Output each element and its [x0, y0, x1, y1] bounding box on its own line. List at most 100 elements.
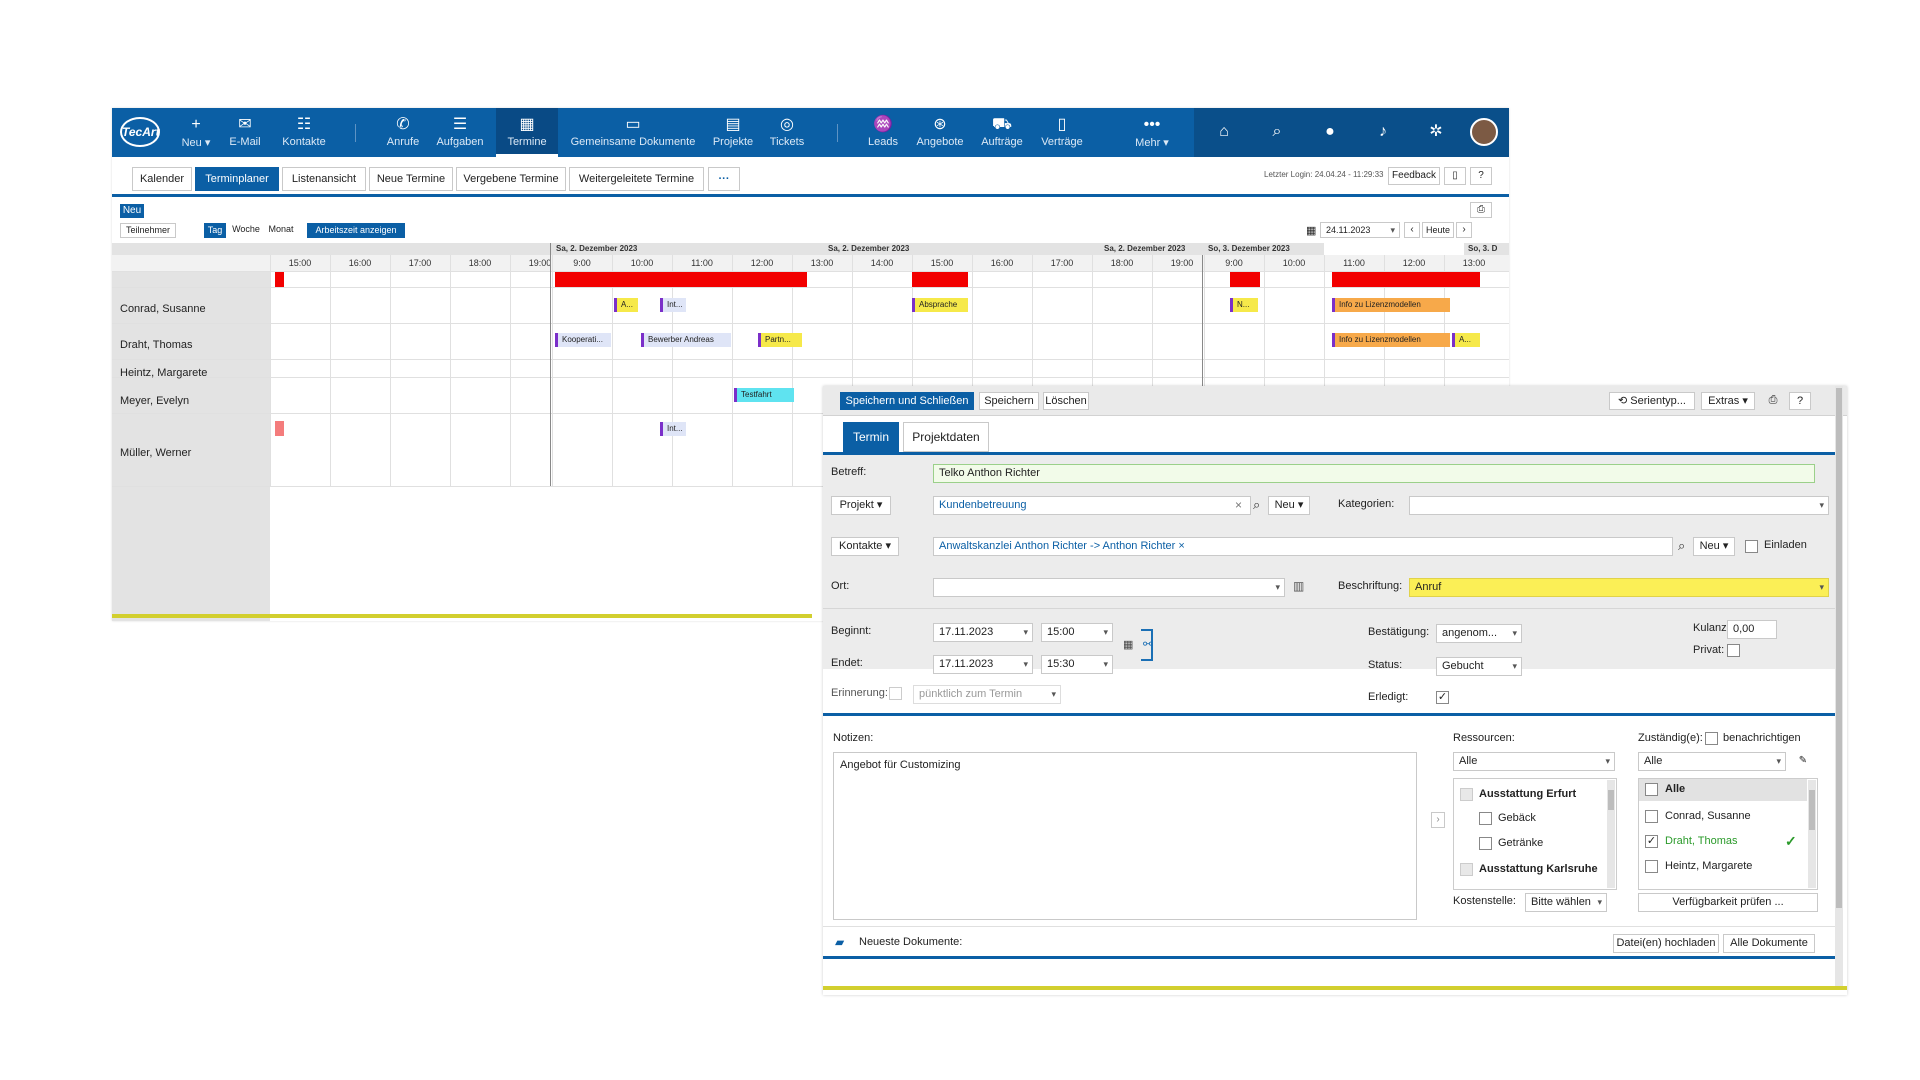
privat-checkbox[interactable] [1727, 644, 1740, 657]
beginnt-time[interactable]: 15:00 [1041, 623, 1113, 642]
link-icon[interactable]: ⚯ [1143, 637, 1153, 651]
nav-auftraege[interactable]: ⛟ Aufträge [974, 108, 1030, 157]
event[interactable]: A... [614, 298, 638, 312]
ressourcen-scrollbar[interactable] [1607, 780, 1615, 888]
trash-icon[interactable]: ▥ [1293, 579, 1304, 593]
endet-date[interactable]: 17.11.2023 [933, 655, 1033, 674]
nav-anrufe[interactable]: ✆ Anrufe [380, 108, 426, 157]
resource-checkbox[interactable] [1479, 837, 1492, 850]
clear-icon[interactable]: × [1235, 498, 1242, 512]
feedback-button[interactable]: Feedback [1388, 167, 1440, 185]
tecart-logo[interactable]: TecArt [120, 117, 160, 147]
help-button[interactable]: ? [1789, 392, 1811, 410]
home-icon[interactable]: ⌂ [1214, 122, 1234, 142]
zustaendig-scrollbar[interactable] [1808, 780, 1816, 888]
event[interactable]: Absprache [912, 298, 968, 312]
status-select[interactable]: Gebucht [1436, 657, 1522, 676]
delete-button[interactable]: Löschen [1043, 392, 1089, 410]
resource-checkbox[interactable] [1479, 812, 1492, 825]
nav-angebote[interactable]: ⊛ Angebote [910, 108, 970, 157]
bell-icon[interactable]: ♪ [1373, 122, 1393, 142]
event[interactable]: Kooperati... [555, 333, 611, 347]
nav-neu[interactable]: + Neu ▾ [174, 108, 218, 157]
date-field[interactable]: 24.11.2023 [1320, 222, 1400, 238]
tab-kalender[interactable]: Kalender [132, 167, 192, 191]
zustaendig-filter[interactable]: Alle [1638, 752, 1786, 771]
resource-group-checkbox[interactable] [1460, 863, 1473, 876]
tab-weitergeleitete-termine[interactable]: Weitergeleitete Termine [569, 167, 704, 191]
chevron-right-icon[interactable]: › [1431, 812, 1445, 828]
nav-aufgaben[interactable]: ☰ Aufgaben [430, 108, 490, 157]
kontakte-input[interactable]: Anwaltskanzlei Anthon Richter -> Anthon … [933, 537, 1673, 556]
calendar-icon[interactable]: ▦ [1123, 638, 1133, 651]
nav-vertraege[interactable]: ▯ Verträge [1034, 108, 1090, 157]
einladen-checkbox[interactable] [1745, 540, 1758, 553]
verfuegbarkeit-button[interactable]: Verfügbarkeit prüfen ... [1638, 893, 1818, 912]
upload-button[interactable]: Datei(en) hochladen [1613, 934, 1719, 953]
prev-button[interactable]: ‹ [1404, 222, 1420, 238]
nav-tickets[interactable]: ◎ Tickets [762, 108, 812, 157]
betreff-input[interactable]: Telko Anthon Richter [933, 464, 1815, 483]
alle-dokumente-button[interactable]: Alle Dokumente [1723, 934, 1815, 953]
erinnerung-select[interactable]: pünktlich zum Termin [913, 685, 1061, 704]
zustaendig-checkbox[interactable] [1645, 783, 1658, 796]
kontakte-button[interactable]: Kontakte ▾ [831, 537, 899, 556]
event[interactable]: Bewerber Andreas [641, 333, 731, 347]
nav-mehr[interactable]: ••• Mehr ▾ [1128, 108, 1176, 157]
event[interactable]: Int... [660, 422, 686, 436]
save-close-button[interactable]: Speichern und Schließen [840, 392, 974, 410]
projekt-button[interactable]: Projekt ▾ [831, 496, 891, 515]
endet-time[interactable]: 15:30 [1041, 655, 1113, 674]
calendar-icon[interactable]: ▦ [1306, 224, 1316, 237]
tab-projektdaten[interactable]: Projektdaten [903, 422, 989, 452]
kostenstelle-select[interactable]: Bitte wählen [1525, 893, 1607, 912]
tab-terminplaner[interactable]: Terminplaner [195, 167, 279, 191]
neu-dropdown[interactable]: Neu ▾ [1693, 537, 1735, 556]
nav-termine[interactable]: ▦ Termine [496, 108, 558, 157]
erledigt-checkbox[interactable]: ✓ [1436, 691, 1449, 704]
ort-input[interactable] [933, 578, 1285, 597]
next-button[interactable]: › [1456, 222, 1472, 238]
tab-more[interactable]: ··· [708, 167, 740, 191]
new-button[interactable]: Neu [120, 204, 144, 218]
heute-button[interactable]: Heute [1422, 222, 1454, 238]
event[interactable]: Info zu Lizenzmodellen [1332, 333, 1450, 347]
beginnt-date[interactable]: 17.11.2023 [933, 623, 1033, 642]
tab-vergebene-termine[interactable]: Vergebene Termine [456, 167, 566, 191]
nav-kontakte[interactable]: ☷ Kontakte [274, 108, 334, 157]
notizen-textarea[interactable]: Angebot für Customizing [833, 752, 1417, 920]
search-icon[interactable]: ⌕ [1267, 122, 1287, 142]
zustaendig-checkbox[interactable] [1645, 860, 1658, 873]
view-monat[interactable]: Monat [265, 223, 297, 238]
bestaetigung-select[interactable]: angenom... [1436, 624, 1522, 643]
ressourcen-filter[interactable]: Alle [1453, 752, 1615, 771]
chat-icon[interactable]: ● [1320, 122, 1340, 142]
projekt-input[interactable]: Kundenbetreuung [933, 496, 1251, 515]
save-button[interactable]: Speichern [979, 392, 1039, 410]
view-woche[interactable]: Woche [228, 223, 264, 238]
search-icon[interactable]: ⌕ [1678, 538, 1685, 554]
gear-icon[interactable]: ✲ [1426, 122, 1446, 142]
nav-email[interactable]: ✉ E-Mail [222, 108, 268, 157]
event[interactable]: N... [1230, 298, 1258, 312]
event[interactable]: Int... [660, 298, 686, 312]
pencil-icon[interactable]: ✎ [1793, 752, 1813, 771]
tab-listenansicht[interactable]: Listenansicht [282, 167, 366, 191]
arbeitszeit-toggle[interactable]: Arbeitszeit anzeigen [307, 223, 405, 238]
event[interactable]: Partn... [758, 333, 802, 347]
event[interactable]: A... [1452, 333, 1480, 347]
teilnehmer-button[interactable]: Teilnehmer [120, 223, 176, 238]
nav-gemeinsame-dokumente[interactable]: ▭ Gemeinsame Dokumente [564, 108, 702, 157]
help-button[interactable]: ? [1470, 167, 1492, 185]
print-icon[interactable]: ⎙ [1470, 202, 1492, 218]
dialog-scrollbar[interactable] [1835, 386, 1843, 986]
zustaendig-checkbox[interactable]: ✓ [1645, 835, 1658, 848]
neu-dropdown[interactable]: Neu ▾ [1268, 496, 1310, 515]
kulanz-input[interactable]: 0,00 [1727, 620, 1777, 639]
tab-neue-termine[interactable]: Neue Termine [369, 167, 453, 191]
search-icon[interactable]: ⌕ [1253, 497, 1260, 513]
view-tag[interactable]: Tag [204, 223, 226, 238]
serientyp-button[interactable]: ⟲ Serientyp... [1609, 392, 1695, 410]
document-icon[interactable]: ▯ [1444, 167, 1466, 185]
event[interactable]: Testfahrt [734, 388, 794, 402]
